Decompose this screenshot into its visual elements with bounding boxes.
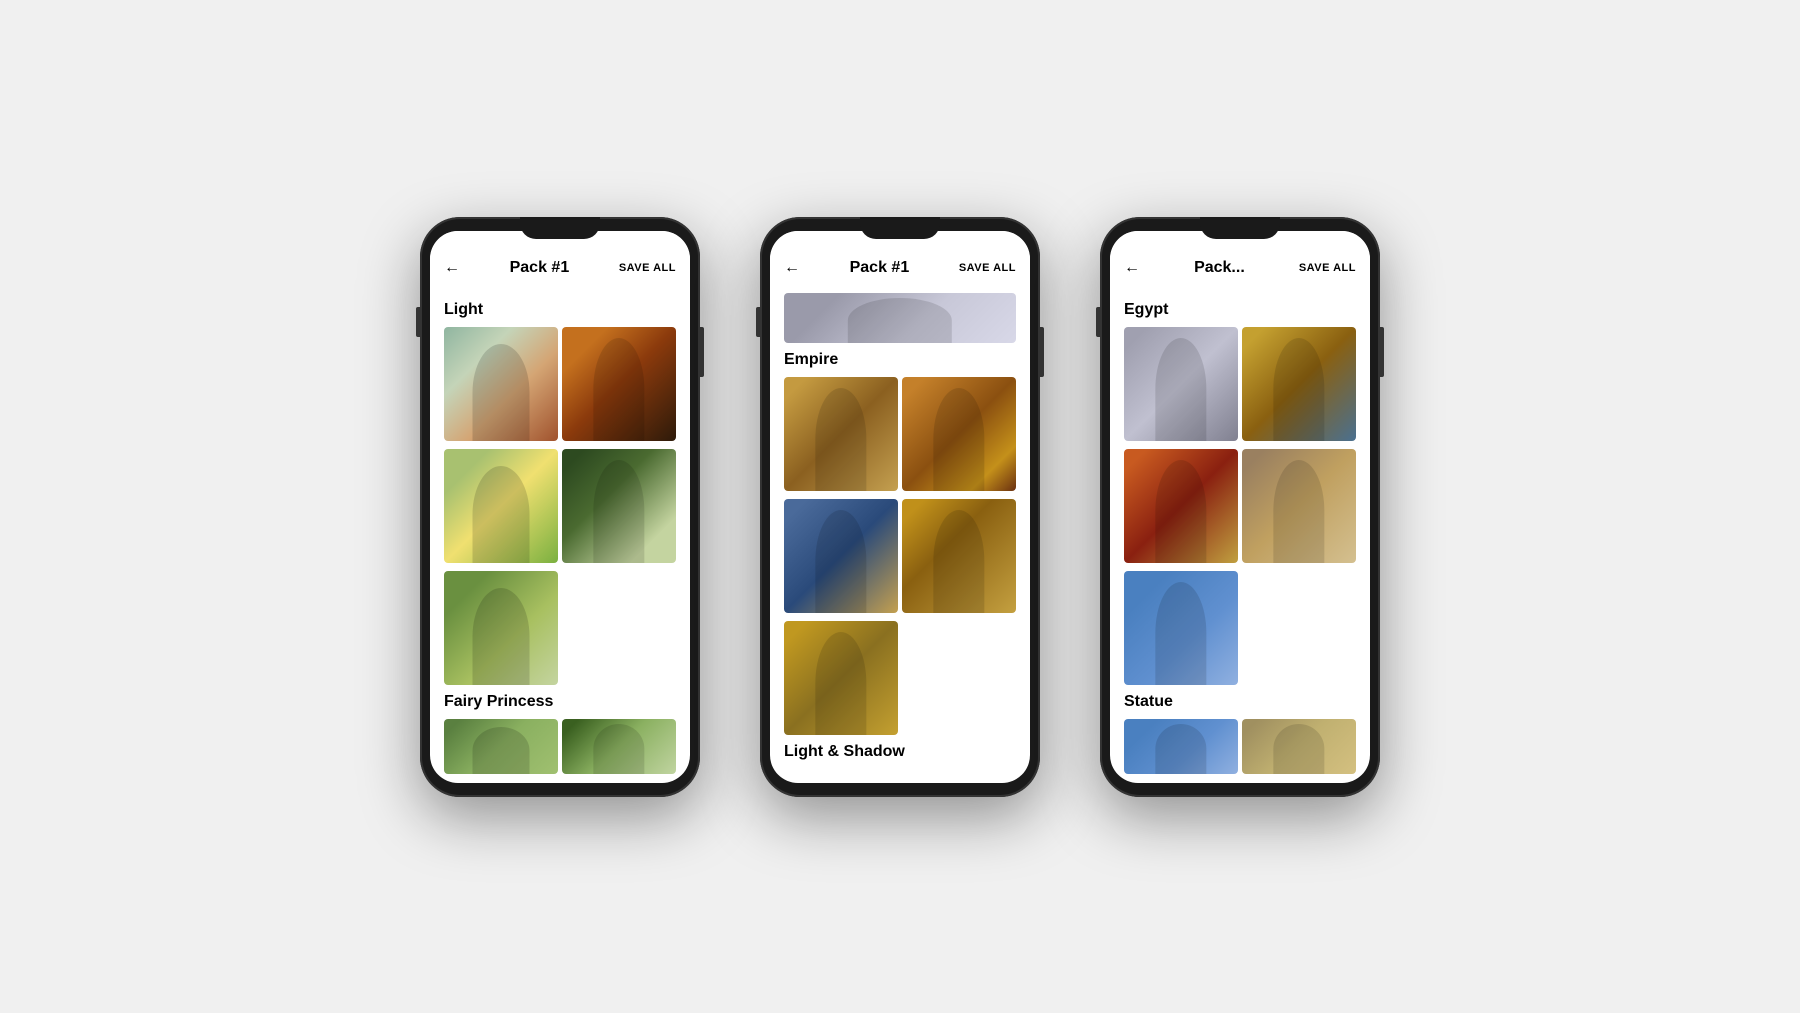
egypt-grid-row2 [1124,449,1356,563]
image-p2i1[interactable] [784,377,898,491]
phones-container: ← Pack #1 SAVE ALL Light F [420,217,1380,797]
phone-3: ← Pack... SAVE ALL Egypt S [1100,217,1380,797]
egypt-single-row [1124,571,1238,685]
content-3: Egypt Statue [1110,285,1370,783]
pack-title-1: Pack #1 [510,259,570,277]
image-p2i5[interactable] [784,621,898,735]
image-p1i5[interactable] [444,571,558,685]
pack-title-2: Pack #1 [850,259,910,277]
image-p1i2[interactable] [562,327,676,441]
egypt-grid-row1 [1124,327,1356,441]
image-p3i3[interactable] [1124,449,1238,563]
section-title-empire: Empire [784,351,1016,369]
image-p2i3[interactable] [784,499,898,613]
light-grid-row1 [444,327,676,441]
save-all-button-3[interactable]: SAVE ALL [1299,262,1356,274]
section-title-light: Light [444,301,676,319]
image-p3i4[interactable] [1242,449,1356,563]
notch-1 [520,217,600,239]
content-1: Light Fairy Princess [430,285,690,783]
image-p3i1[interactable] [1124,327,1238,441]
save-all-button-2[interactable]: SAVE ALL [959,262,1016,274]
back-button-3[interactable]: ← [1124,259,1140,277]
save-all-button-1[interactable]: SAVE ALL [619,262,676,274]
image-p3i6[interactable] [1124,719,1238,774]
screen-2: ← Pack #1 SAVE ALL Empire [770,231,1030,783]
section-title-statue: Statue [1124,693,1356,711]
light-grid-row2 [444,449,676,563]
empire-grid-row1 [784,377,1016,491]
fairy-grid [444,719,676,774]
header-1: ← Pack #1 SAVE ALL [430,231,690,285]
section-title-egypt: Egypt [1124,301,1356,319]
image-p1i7[interactable] [562,719,676,774]
empire-grid-row2 [784,499,1016,613]
image-p2i4[interactable] [902,499,1016,613]
section-title-light-shadow: Light & Shadow [784,743,1016,761]
header-3: ← Pack... SAVE ALL [1110,231,1370,285]
notch-3 [1200,217,1280,239]
screen-1: ← Pack #1 SAVE ALL Light F [430,231,690,783]
image-p1i3[interactable] [444,449,558,563]
pack-title-3: Pack... [1194,259,1245,277]
screen-3: ← Pack... SAVE ALL Egypt S [1110,231,1370,783]
partial-top-container [784,293,1016,343]
content-2: Empire Light & Shadow [770,285,1030,783]
header-2: ← Pack #1 SAVE ALL [770,231,1030,285]
phone-2: ← Pack #1 SAVE ALL Empire [760,217,1040,797]
image-p3i7[interactable] [1242,719,1356,774]
back-button-1[interactable]: ← [444,259,460,277]
empire-single-row [784,621,898,735]
image-p1i1[interactable] [444,327,558,441]
statue-grid [1124,719,1356,774]
phone-1: ← Pack #1 SAVE ALL Light F [420,217,700,797]
back-button-2[interactable]: ← [784,259,800,277]
image-p2i2[interactable] [902,377,1016,491]
image-p3i5[interactable] [1124,571,1238,685]
image-p2i0-partial[interactable] [784,293,1016,343]
section-title-fairy: Fairy Princess [444,693,676,711]
image-p1i4[interactable] [562,449,676,563]
light-grid-row3 [444,571,676,685]
image-p3i2[interactable] [1242,327,1356,441]
notch-2 [860,217,940,239]
image-p1i6[interactable] [444,719,558,774]
